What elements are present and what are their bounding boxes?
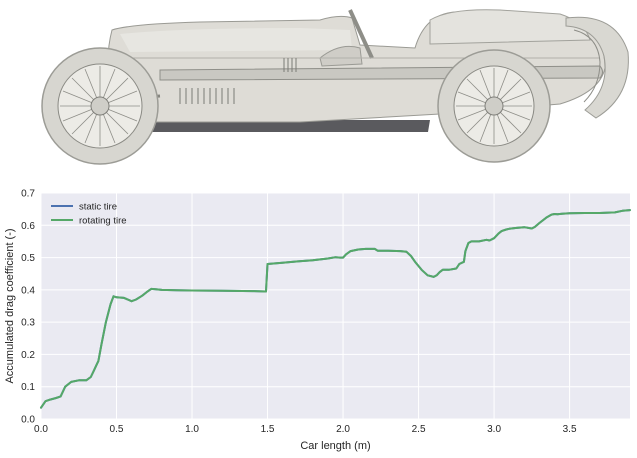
x-axis-label: Car length (m) xyxy=(300,440,370,452)
plot-area xyxy=(41,193,630,419)
x-tick-label: 2.0 xyxy=(336,424,350,435)
y-axis-ticks: 0.0 0.1 0.2 0.3 0.4 0.5 0.6 0.7 xyxy=(21,189,35,426)
y-tick-label: 0.3 xyxy=(21,318,35,329)
y-tick-label: 0.2 xyxy=(21,350,35,361)
x-tick-label: 1.0 xyxy=(185,424,199,435)
car-body-highlight xyxy=(120,28,352,52)
y-tick-label: 0.4 xyxy=(21,285,35,296)
x-tick-label: 2.5 xyxy=(412,424,426,435)
x-tick-label: 3.5 xyxy=(563,424,577,435)
y-tick-label: 0.6 xyxy=(21,221,35,232)
x-tick-label: 1.5 xyxy=(261,424,275,435)
x-tick-label: 0.5 xyxy=(110,424,124,435)
legend-label-rotating-tire: rotating tire xyxy=(79,216,127,227)
x-tick-label: 3.0 xyxy=(487,424,501,435)
drag-chart: 0.0 0.5 1.0 1.5 2.0 2.5 3.0 3.5 0.0 0.1 0.2 0.3 0.4… xyxy=(4,189,631,452)
x-tick-label: 0.0 xyxy=(34,424,48,435)
y-tick-label: 0.0 xyxy=(21,415,35,426)
rear-wheel xyxy=(437,49,551,163)
x-axis-ticks: 0.0 0.5 1.0 1.5 2.0 2.5 3.0 3.5 xyxy=(34,424,577,435)
race-car-image xyxy=(41,9,629,165)
figure: 0.0 0.5 1.0 1.5 2.0 2.5 3.0 3.5 0.0 0.1 0.2 0.3 0.4… xyxy=(4,9,631,452)
legend-label-static-tire: static tire xyxy=(79,202,117,213)
tail-hump xyxy=(429,9,591,45)
y-tick-label: 0.7 xyxy=(21,189,35,200)
y-tick-label: 0.5 xyxy=(21,253,35,264)
y-tick-label: 0.1 xyxy=(21,382,35,393)
front-wheel xyxy=(41,47,159,165)
y-axis-label: Accumulated drag coefficient (-) xyxy=(4,228,16,383)
